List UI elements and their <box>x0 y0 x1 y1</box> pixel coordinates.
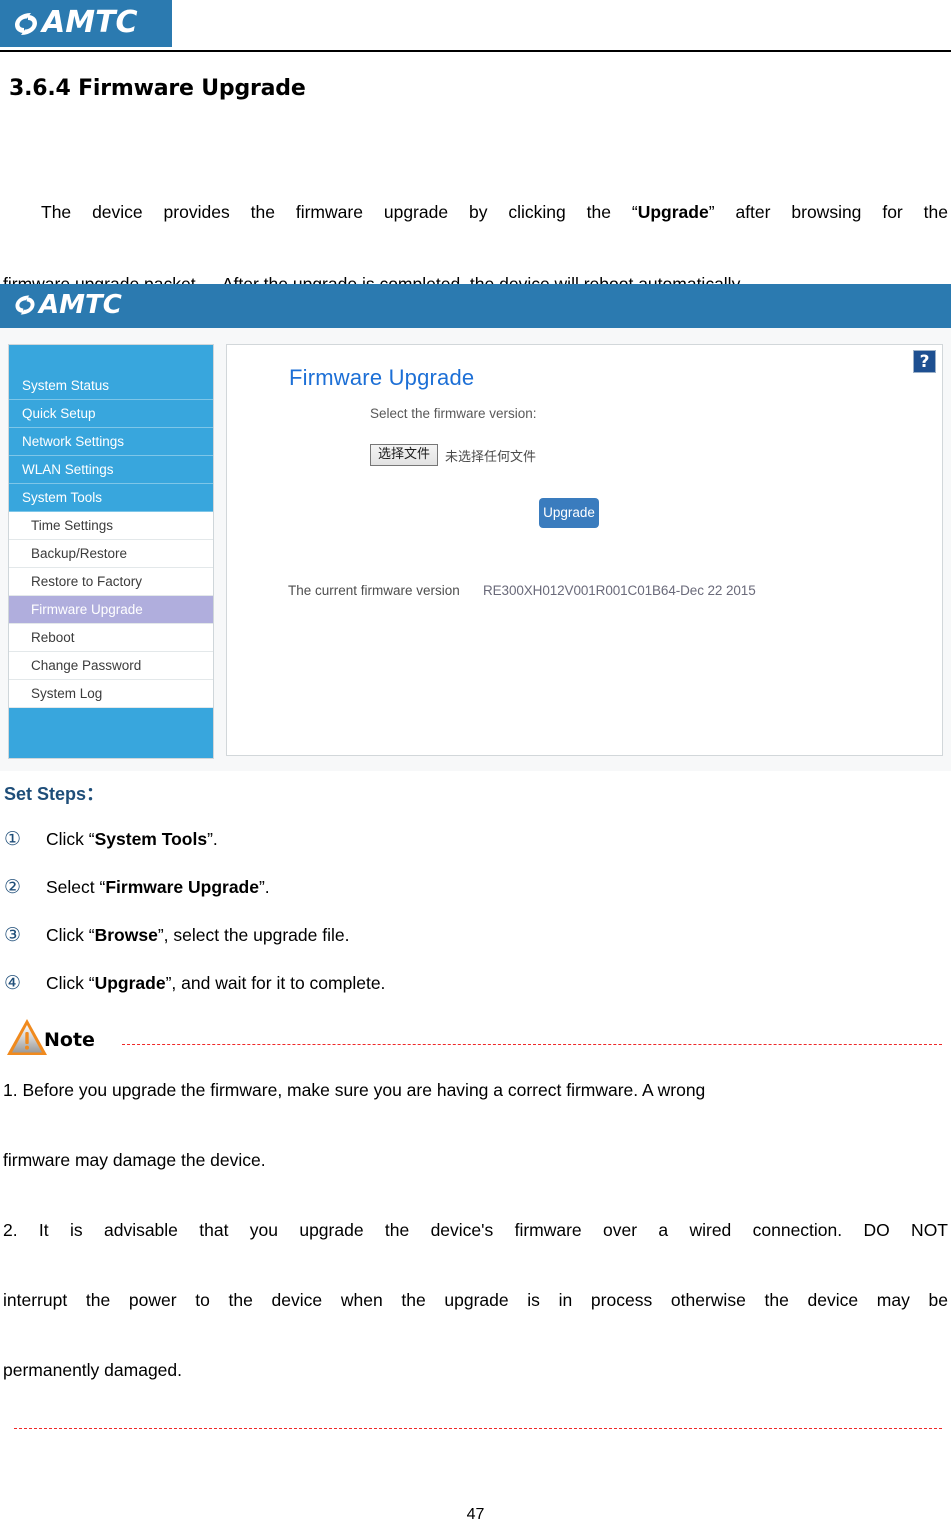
choose-file-button[interactable]: 选择文件 <box>370 444 439 466</box>
note-divider-bottom <box>14 1428 942 1429</box>
page-number: 47 <box>466 1506 485 1523</box>
list-item: ① Click “System Tools”. <box>4 828 704 876</box>
list-item: ③ Click “Browse”, select the upgrade file… <box>4 924 704 972</box>
ui-swirl-logo-icon <box>15 295 35 315</box>
upgrade-button[interactable]: Upgrade <box>539 498 599 528</box>
step-bold-3: Browse <box>94 925 158 945</box>
step-bold-1: System Tools <box>94 829 208 849</box>
note-line-5: permanently damaged. <box>3 1360 182 1380</box>
embedded-ui-screenshot: AMTC System Status Quick Setup Network S… <box>0 284 951 771</box>
list-item: ④ Click “Upgrade”, and wait for it to com… <box>4 972 704 1020</box>
company-logo: AMTC <box>0 0 172 47</box>
sidebar-item-wlan-settings[interactable]: WLAN Settings <box>9 456 213 484</box>
note-divider-top <box>122 1044 942 1045</box>
list-item: ② Select “Firmware Upgrade”. <box>4 876 704 924</box>
step-text-post-1: ”. <box>207 829 218 849</box>
select-firmware-label: Select the firmware version: <box>370 406 537 421</box>
ui-content-panel: ? Firmware Upgrade Select the firmware v… <box>226 344 943 756</box>
sidebar-item-restore-to-factory[interactable]: Restore to Factory <box>9 568 213 596</box>
note-line-2: firmware may damage the device. <box>3 1150 266 1170</box>
step-marker-1: ① <box>4 828 22 850</box>
current-version-label: The current firmware version <box>288 583 460 598</box>
file-input-row[interactable]: 选择文件 未选择任何文件 <box>370 444 536 466</box>
page-header: AMTC <box>0 0 951 52</box>
step-text-pre-3: Click “ <box>46 925 95 945</box>
ui-topbar: AMTC <box>0 284 951 328</box>
step-marker-4: ④ <box>4 972 22 994</box>
intro-bold-upgrade: Upgrade <box>637 202 709 222</box>
sidebar-item-change-password[interactable]: Change Password <box>9 652 213 680</box>
step-text-pre-4: Click “ <box>46 973 95 993</box>
sidebar-bottom-spacer <box>9 708 213 758</box>
sidebar-item-system-tools[interactable]: System Tools <box>9 484 213 512</box>
note-label: Note <box>44 1029 95 1051</box>
sidebar-item-system-status[interactable]: System Status <box>9 372 213 400</box>
step-text-post-4: ”, and wait for it to complete. <box>165 973 386 993</box>
sidebar-item-firmware-upgrade[interactable]: Firmware Upgrade <box>9 596 213 624</box>
help-icon[interactable]: ? <box>913 350 936 373</box>
note-line-3: 2. It is advisable that you upgrade the … <box>3 1220 948 1240</box>
sidebar-item-network-settings[interactable]: Network Settings <box>9 428 213 456</box>
ui-brand-wordmark: AMTC <box>39 290 122 320</box>
note-line-1: 1. Before you upgrade the firmware, make… <box>3 1080 706 1100</box>
sidebar-top-spacer <box>9 345 213 372</box>
step-text-post-2: ”. <box>258 877 270 897</box>
step-text-post-3: ”, select the upgrade file. <box>157 925 350 945</box>
header-divider <box>0 50 951 52</box>
step-text-pre-1: Click “ <box>46 829 95 849</box>
step-marker-3: ③ <box>4 924 22 946</box>
ui-body: System Status Quick Setup Network Settin… <box>0 328 951 771</box>
ui-sidebar: System Status Quick Setup Network Settin… <box>8 344 214 759</box>
sidebar-item-quick-setup[interactable]: Quick Setup <box>9 400 213 428</box>
note-header: Note <box>0 1016 951 1060</box>
intro-text-part1: The device provides the firmware upgrade… <box>41 202 638 222</box>
current-version-value: RE300XH012V001R001C01B64-Dec 22 2015 <box>483 583 756 598</box>
sidebar-item-reboot[interactable]: Reboot <box>9 624 213 652</box>
step-marker-2: ② <box>4 876 22 898</box>
step-text-pre-2: Select “ <box>46 877 106 897</box>
file-status-label: 未选择任何文件 <box>445 449 537 465</box>
intro-text-part2: ” after browsing for the <box>708 202 948 222</box>
page-title: 3.6.4 Firmware Upgrade <box>9 76 306 101</box>
step-bold-2: Firmware Upgrade <box>105 877 259 897</box>
step-bold-4: Upgrade <box>94 973 166 993</box>
note-body: 1. Before you upgrade the firmware, make… <box>3 1055 948 1405</box>
set-steps-list: ① Click “System Tools”. ② Select “Firmware… <box>4 828 704 1020</box>
set-steps-heading: Set Steps： <box>4 784 105 804</box>
swirl-logo-icon <box>15 13 37 35</box>
note-line-4: interrupt the power to the device when t… <box>3 1290 948 1310</box>
sidebar-item-system-log[interactable]: System Log <box>9 680 213 708</box>
sidebar-item-time-settings[interactable]: Time Settings <box>9 512 213 540</box>
sidebar-item-backup-restore[interactable]: Backup/Restore <box>9 540 213 568</box>
brand-wordmark: AMTC <box>42 5 138 40</box>
panel-title: Firmware Upgrade <box>289 365 475 390</box>
